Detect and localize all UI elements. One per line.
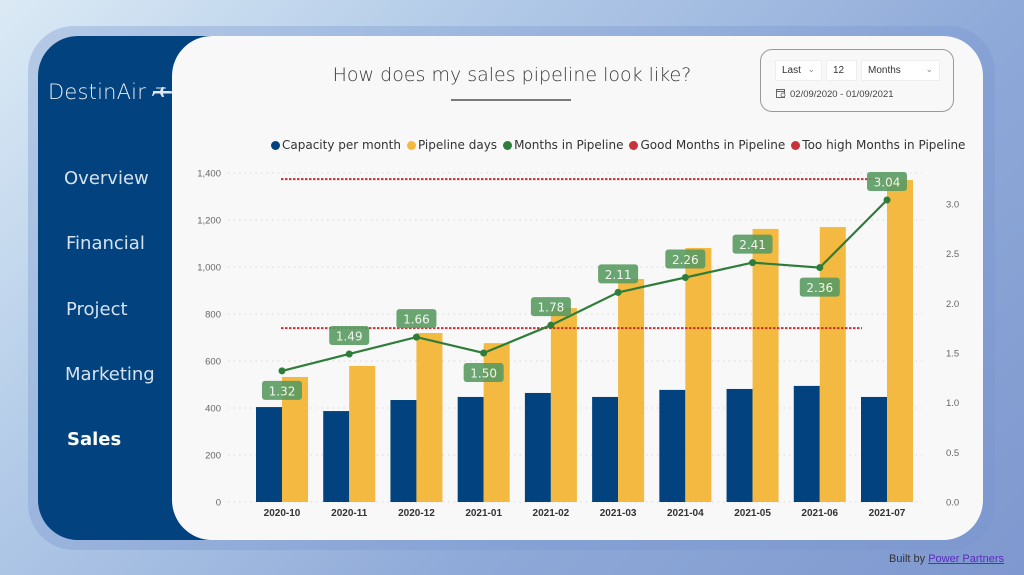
y-left-tick-label: 1,000 (197, 263, 221, 274)
bar-capacity (861, 396, 887, 502)
y-left-tick-label: 200 (205, 451, 221, 462)
combo-chart: 0 200 400 600 800 1,000 1,200 1,400 0.0 0.5 1.0 1.5… (197, 169, 959, 520)
data-label: 1.32 (269, 384, 296, 398)
bar-pipeline-days (752, 228, 779, 502)
x-tick-label: 2021-07 (869, 508, 906, 519)
x-tick-label: 2020-11 (331, 508, 368, 519)
bar-pipeline-days (349, 365, 376, 502)
bar-pipeline-days (416, 333, 443, 502)
y-left-tick-label: 1,200 (197, 216, 221, 227)
data-label: 2.36 (806, 281, 833, 295)
y-right-tick-label: 0.5 (946, 448, 959, 459)
bar-pipeline-days (550, 308, 577, 502)
data-label: 1.50 (470, 367, 497, 381)
x-tick-label: 2021-03 (600, 508, 637, 519)
bar-pipeline-days (819, 227, 846, 503)
bar-capacity (323, 411, 350, 502)
bar-capacity (390, 400, 417, 502)
y-left-tick-label: 600 (205, 357, 221, 368)
months-in-pipeline-point (278, 367, 286, 375)
x-tick-label: 2020-10 (264, 508, 301, 519)
x-tick-label: 2021-06 (801, 508, 838, 519)
bar-capacity (726, 388, 753, 502)
data-label: 2.26 (672, 253, 699, 267)
y-left-tick-label: 0 (216, 498, 221, 509)
y-right-tick-label: 0.0 (946, 498, 959, 509)
months-in-pipeline-point (614, 288, 622, 296)
bar-capacity (457, 396, 484, 502)
y-left-tick-label: 800 (205, 310, 221, 321)
y-left-tick-label: 400 (205, 404, 221, 415)
months-in-pipeline-line (281, 199, 888, 372)
months-in-pipeline-point (749, 259, 757, 267)
bar-capacity (592, 396, 619, 502)
footer-prefix: Built by (889, 553, 926, 565)
bar-capacity (256, 407, 282, 502)
data-label: 1.49 (336, 329, 363, 343)
y-right-tick-label: 3.0 (946, 200, 959, 211)
bar-capacity (524, 392, 551, 502)
y-right-tick-label: 1.5 (946, 349, 959, 360)
months-in-pipeline-point (681, 274, 689, 282)
data-label: 2.41 (739, 238, 766, 252)
y-right-tick-label: 2.0 (946, 299, 959, 310)
x-tick-label: 2021-02 (533, 508, 570, 519)
bar-pipeline-days (618, 278, 645, 502)
bar-capacity (793, 385, 820, 502)
power-partners-link[interactable]: Power Partners (928, 553, 1004, 565)
bar-capacity (659, 389, 686, 502)
x-tick-label: 2021-05 (734, 508, 771, 519)
y-right-tick-label: 1.0 (946, 398, 959, 409)
y-left-tick-label: 1,400 (197, 169, 221, 180)
months-in-pipeline-point (345, 350, 353, 358)
footer-credit: Built by Power Partners (889, 553, 1004, 565)
bar-pipeline-days (887, 180, 913, 503)
months-in-pipeline-point (480, 349, 488, 357)
data-label: 1.78 (538, 301, 565, 315)
data-label: 2.11 (605, 268, 632, 282)
x-tick-label: 2021-04 (667, 508, 704, 519)
months-in-pipeline-point (547, 321, 555, 329)
months-in-pipeline-point (412, 333, 420, 341)
data-label: 3.04 (874, 176, 901, 190)
bar-pipeline-days (685, 247, 712, 502)
x-tick-label: 2021-01 (465, 508, 502, 519)
y-right-tick-label: 2.5 (946, 249, 959, 260)
months-in-pipeline-point (816, 264, 824, 272)
x-tick-label: 2020-12 (398, 508, 435, 519)
months-in-pipeline-point (883, 196, 891, 204)
data-label: 1.66 (403, 313, 430, 327)
